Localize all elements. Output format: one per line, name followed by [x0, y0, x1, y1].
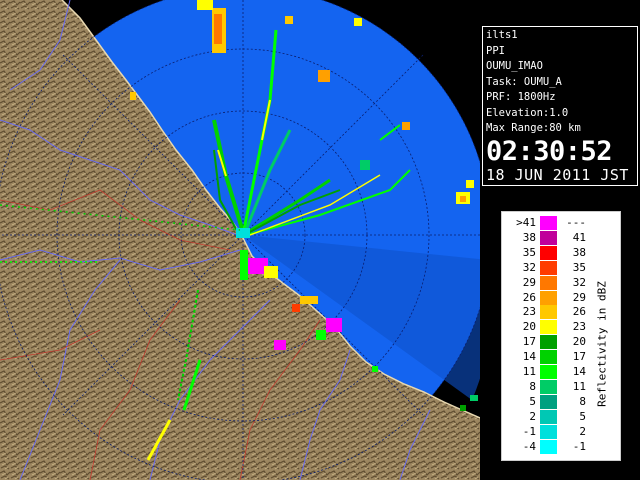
info-prf: PRF: 1800Hz — [486, 91, 556, 103]
legend-high-value: 14 — [572, 365, 586, 378]
legend-low-value: 26 — [522, 290, 536, 304]
legend-color-swatch — [540, 379, 557, 394]
legend-color-swatch — [540, 424, 557, 439]
legend-low-value: 2 — [529, 409, 536, 423]
legend-low-value: 11 — [522, 365, 536, 378]
legend-high-value: 23 — [572, 320, 586, 334]
legend-unit-label: Reflectivity in dBZ — [595, 281, 609, 407]
legend-high-value: -1 — [572, 439, 586, 453]
info-site: OUMU_IMAO — [486, 60, 543, 72]
legend-high-value: 17 — [572, 350, 586, 364]
legend-color-swatch — [540, 230, 557, 245]
legend-high-value: 41 — [572, 230, 586, 244]
legend-color-swatch — [540, 260, 557, 275]
info-elevation: Elevation:1.0 — [486, 106, 569, 119]
legend-color-swatch — [540, 275, 557, 290]
legend-low-value: 32 — [522, 260, 536, 274]
legend-color-swatch — [540, 320, 557, 335]
info-time: 02:30:52 — [486, 135, 613, 167]
legend-high-value: 20 — [572, 335, 586, 349]
legend-low-value: 29 — [522, 275, 536, 289]
legend-high-value: 2 — [579, 424, 586, 438]
legend-high-value: 38 — [572, 245, 586, 259]
legend-low-value: 23 — [522, 305, 536, 319]
legend-high-value: --- — [566, 216, 586, 229]
legend-low-value: 20 — [522, 320, 536, 334]
legend-color-swatch — [540, 439, 557, 454]
legend-color-swatch — [540, 335, 557, 350]
legend-high-value: 11 — [572, 379, 586, 393]
legend-color-swatch — [540, 394, 557, 409]
legend-high-value: 26 — [572, 305, 586, 319]
legend-color-swatch — [540, 305, 557, 320]
legend-color-swatch — [540, 216, 557, 230]
legend-low-value: 14 — [522, 350, 536, 364]
info-date: 18 JUN 2011 JST — [486, 165, 629, 184]
legend-color-swatch — [540, 290, 557, 305]
legend-low-value: 38 — [522, 230, 536, 244]
legend-color-swatch — [540, 365, 557, 379]
legend-color-swatch — [540, 409, 557, 424]
legend-high-value: 5 — [579, 409, 586, 423]
legend-low-value: 5 — [529, 394, 536, 408]
legend-low-value: 35 — [522, 245, 536, 259]
info-host: ilts1 — [486, 29, 518, 41]
info-max-range: Max Range:80 km — [486, 122, 581, 134]
legend-low-value: 8 — [529, 379, 536, 393]
legend-low-value: >41 — [516, 216, 536, 229]
info-panel: ilts1 PPI OUMU_IMAO Task: OUMU_A PRF: 18… — [482, 26, 638, 186]
reflectivity-legend: Reflectivity in dBZ >41 --- 38 41 35 38 32 35 29… — [501, 211, 621, 461]
legend-low-value: -1 — [522, 424, 536, 438]
info-scan-mode: PPI — [486, 44, 505, 57]
radar-ppi-map — [0, 0, 480, 480]
legend-low-value: -4 — [522, 439, 536, 453]
legend-high-value: 8 — [579, 394, 586, 408]
legend-high-value: 32 — [572, 275, 586, 289]
legend-high-value: 29 — [572, 290, 586, 304]
info-task: Task: OUMU_A — [486, 75, 562, 88]
legend-color-swatch — [540, 350, 557, 365]
legend-high-value: 35 — [572, 260, 586, 274]
legend-color-swatch — [540, 245, 557, 260]
legend-low-value: 17 — [522, 335, 536, 349]
